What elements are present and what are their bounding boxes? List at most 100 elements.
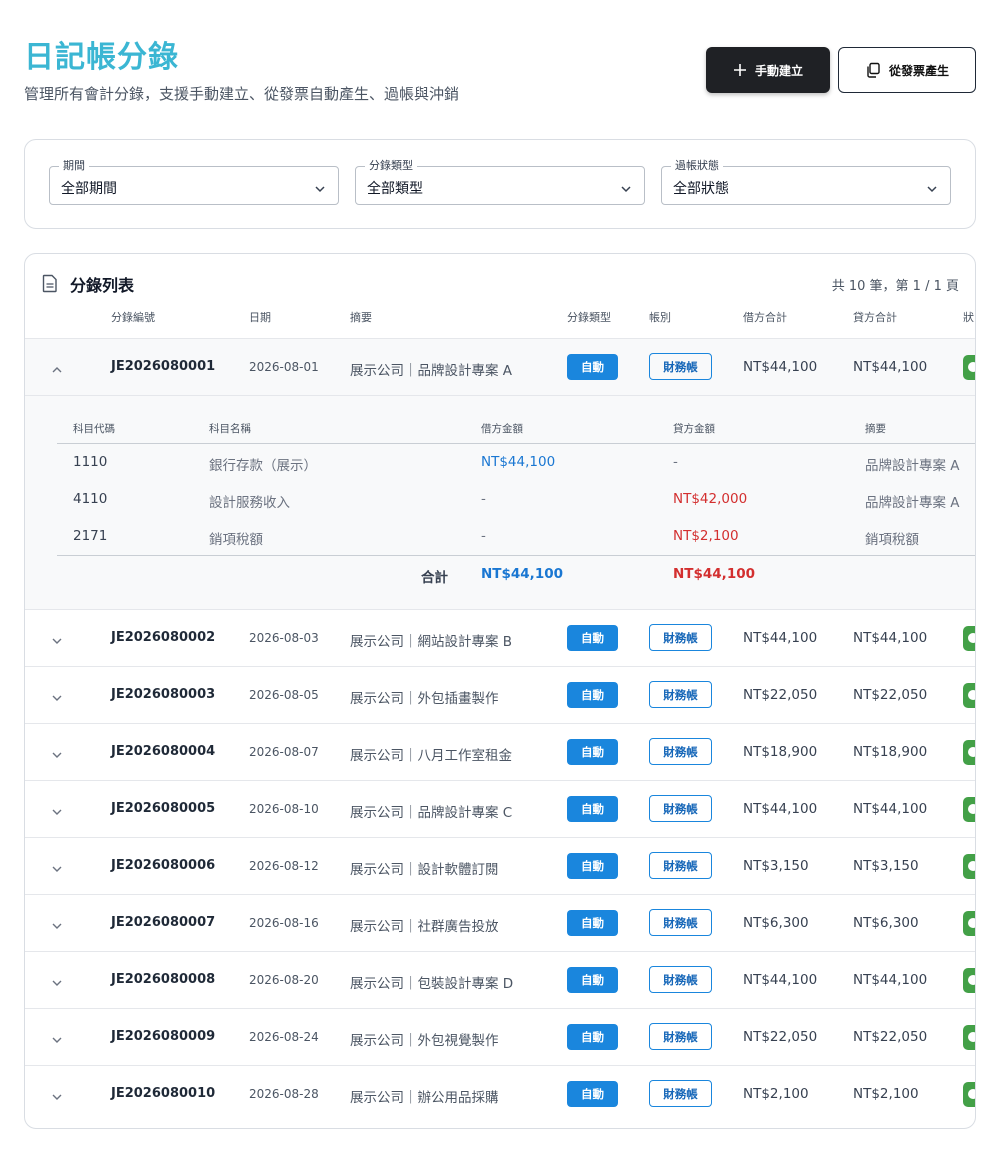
entry-description: 展示公司｜品牌設計專案 C <box>350 805 513 821</box>
entry-id[interactable]: JE2026080001 <box>111 359 215 374</box>
debit-total: NT$44,100 <box>743 972 818 988</box>
table-row[interactable]: JE2026080009 2026-08-24 展示公司｜外包視覺製作 自動 財務帳 NT… <box>25 1008 975 1065</box>
book-badge: 財務帳 <box>649 738 712 765</box>
column-header-status[interactable]: 狀 <box>963 309 974 325</box>
entry-description: 展示公司｜八月工作室租金 <box>350 748 512 764</box>
chevron-down-icon[interactable] <box>51 803 63 822</box>
list-title: 分錄列表 <box>70 276 135 295</box>
chevron-down-icon[interactable] <box>51 1031 63 1050</box>
posting-status-select[interactable]: 過帳狀態 全部狀態 <box>661 159 951 205</box>
pagination-info: 共 10 筆，第 1 / 1 頁 <box>831 279 959 294</box>
entry-date: 2026-08-20 <box>249 973 319 987</box>
entry-description: 展示公司｜外包視覺製作 <box>350 1033 499 1049</box>
page-title: 日記帳分錄 <box>24 40 179 75</box>
status-badge <box>963 1082 975 1107</box>
table-row[interactable]: JE2026080005 2026-08-10 展示公司｜品牌設計專案 C 自動 財務帳… <box>25 780 975 837</box>
entry-type-badge: 自動 <box>567 1081 618 1107</box>
table-row[interactable]: JE2026080003 2026-08-05 展示公司｜外包插畫製作 自動 財務帳 NT… <box>25 666 975 723</box>
chevron-up-icon[interactable] <box>51 361 63 380</box>
page-subtitle: 管理所有會計分錄，支援手動建立、從發票自動產生、過帳與沖銷 <box>24 85 460 103</box>
debit-total: NT$44,100 <box>743 801 818 817</box>
detail-header-account-name: 科目名稱 <box>209 423 251 435</box>
detail-total-credit: NT$44,100 <box>673 566 755 582</box>
column-header-book[interactable]: 帳別 <box>649 309 671 325</box>
chevron-down-icon[interactable] <box>51 689 63 708</box>
book-badge: 財務帳 <box>649 624 712 651</box>
detail-line-credit: NT$42,000 <box>673 491 748 507</box>
chevron-down-icon[interactable] <box>51 860 63 879</box>
entry-type-badge: 自動 <box>567 354 618 380</box>
entry-type-badge: 自動 <box>567 910 618 936</box>
entry-id[interactable]: JE2026080008 <box>111 972 215 987</box>
detail-total-divider <box>57 555 975 556</box>
column-header-entry-id[interactable]: 分錄編號 <box>111 309 155 325</box>
book-badge: 財務帳 <box>649 681 712 708</box>
manual-create-button[interactable]: 手動建立 <box>706 47 830 93</box>
entry-type-badge: 自動 <box>567 1024 618 1050</box>
column-header-description[interactable]: 摘要 <box>350 309 372 325</box>
detail-line-debit: - <box>481 528 486 544</box>
from-invoice-button[interactable]: 從發票產生 <box>838 47 976 93</box>
book-badge: 財務帳 <box>649 1080 712 1107</box>
status-badge <box>963 854 975 879</box>
credit-total: NT$22,050 <box>853 1029 928 1045</box>
entry-id[interactable]: JE2026080002 <box>111 630 215 645</box>
entry-type-badge: 自動 <box>567 967 618 993</box>
entry-id[interactable]: JE2026080010 <box>111 1086 215 1101</box>
entry-id[interactable]: JE2026080005 <box>111 801 215 816</box>
table-row[interactable]: JE2026080006 2026-08-12 展示公司｜設計軟體訂閱 自動 財務帳 NT… <box>25 837 975 894</box>
chevron-down-icon[interactable] <box>51 632 63 651</box>
entry-id[interactable]: JE2026080003 <box>111 687 215 702</box>
chevron-down-icon[interactable] <box>51 974 63 993</box>
credit-total: NT$44,100 <box>853 359 928 375</box>
column-header-debit-total[interactable]: 借方合計 <box>743 309 787 325</box>
document-icon <box>42 274 58 297</box>
debit-total: NT$22,050 <box>743 687 818 703</box>
entry-date: 2026-08-03 <box>249 631 319 645</box>
detail-total-label: 合計 <box>421 570 448 586</box>
book-badge: 財務帳 <box>649 909 712 936</box>
entry-type-badge: 自動 <box>567 853 618 879</box>
chevron-down-icon[interactable] <box>51 746 63 765</box>
table-row[interactable]: JE2026080004 2026-08-07 展示公司｜八月工作室租金 自動 財務帳 N… <box>25 723 975 780</box>
period-select[interactable]: 期間 全部期間 <box>49 159 339 205</box>
status-badge <box>963 740 975 765</box>
detail-line-memo: 銷項稅額 <box>865 532 919 548</box>
debit-total: NT$2,100 <box>743 1086 809 1102</box>
entry-date: 2026-08-01 <box>249 360 319 374</box>
detail-line-name: 銷項稅額 <box>209 532 263 548</box>
entry-type-select[interactable]: 分錄類型 全部類型 <box>355 159 645 205</box>
table-row[interactable]: JE2026080002 2026-08-03 展示公司｜網站設計專案 B 自動 財務帳… <box>25 609 975 666</box>
debit-total: NT$22,050 <box>743 1029 818 1045</box>
detail-header-account-code: 科目代碼 <box>73 423 115 435</box>
detail-line-code: 2171 <box>73 528 108 544</box>
status-badge <box>963 355 975 380</box>
column-header-entry-type[interactable]: 分錄類型 <box>567 309 611 325</box>
status-badge <box>963 1025 975 1050</box>
column-header-credit-total[interactable]: 貸方合計 <box>853 309 897 325</box>
detail-line-name: 銀行存款（展示） <box>209 458 317 474</box>
status-badge <box>963 968 975 993</box>
plus-icon <box>733 63 747 77</box>
posting-status-select-value: 全部狀態 <box>673 181 729 197</box>
entry-id[interactable]: JE2026080007 <box>111 915 215 930</box>
column-header-date[interactable]: 日期 <box>249 309 271 325</box>
chevron-down-icon[interactable] <box>51 917 63 936</box>
entry-id[interactable]: JE2026080009 <box>111 1029 215 1044</box>
table-row[interactable]: JE2026080007 2026-08-16 展示公司｜社群廣告投放 自動 財務帳 NT… <box>25 894 975 951</box>
status-badge <box>963 797 975 822</box>
entry-date: 2026-08-10 <box>249 802 319 816</box>
detail-line-debit: - <box>481 491 486 507</box>
table-row[interactable]: JE2026080008 2026-08-20 展示公司｜包裝設計專案 D 自動 財務帳… <box>25 951 975 1008</box>
entry-id[interactable]: JE2026080004 <box>111 744 215 759</box>
entry-id[interactable]: JE2026080006 <box>111 858 215 873</box>
entry-type-select-label: 分錄類型 <box>365 159 417 173</box>
table-row[interactable]: JE2026080001 2026-08-01 展示公司｜品牌設計專案 A 自動 財務帳… <box>25 338 975 395</box>
entry-type-badge: 自動 <box>567 739 618 765</box>
table-row[interactable]: JE2026080010 2026-08-28 展示公司｜辦公用品採購 自動 財務帳 NT… <box>25 1065 975 1122</box>
book-badge: 財務帳 <box>649 852 712 879</box>
manual-create-label: 手動建立 <box>754 63 803 78</box>
entry-description: 展示公司｜品牌設計專案 A <box>350 363 513 379</box>
chevron-down-icon <box>620 180 632 199</box>
chevron-down-icon[interactable] <box>51 1088 63 1107</box>
